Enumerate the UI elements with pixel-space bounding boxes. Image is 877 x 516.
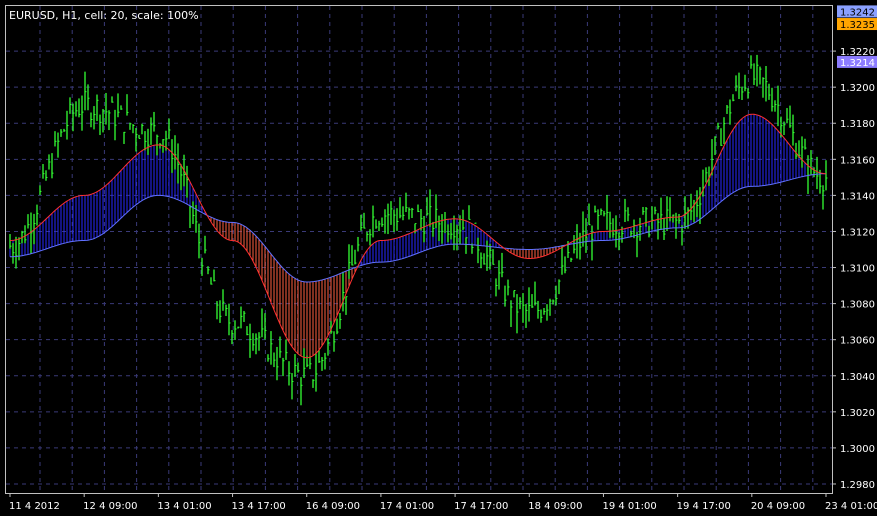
y-tick-label: 1.3180 <box>840 119 875 130</box>
y-tick-label: 1.3120 <box>840 227 875 238</box>
x-tick-label: 20 4 09:00 <box>751 501 805 512</box>
x-tick-label: 17 4 17:00 <box>454 501 508 512</box>
y-tick-label: 1.3020 <box>840 408 875 419</box>
x-tick-label: 18 4 09:00 <box>528 501 582 512</box>
price-tag-label: 1.3242 <box>840 7 875 18</box>
y-tick-label: 1.3100 <box>840 264 875 275</box>
x-tick-label: 23 4 01:00 <box>825 501 877 512</box>
y-tick-label: 1.3000 <box>840 444 875 455</box>
x-tick-label: 11 4 2012 <box>9 501 60 512</box>
x-tick-label: 16 4 09:00 <box>306 501 360 512</box>
x-tick-label: 12 4 09:00 <box>83 501 137 512</box>
y-tick-label: 1.3200 <box>840 83 875 94</box>
x-tick-label: 19 4 01:00 <box>602 501 656 512</box>
x-tick-label: 13 4 17:00 <box>232 501 286 512</box>
y-tick-label: 1.2980 <box>840 480 875 491</box>
chart-title: EURUSD, H1, cell: 20, scale: 100% <box>9 9 199 22</box>
y-tick-label: 1.3160 <box>840 155 875 166</box>
chart-window: 1.3220 1.3200 1.3180 1.3160 1.3140 1.3120 1.31… <box>0 0 877 516</box>
y-tick-label: 1.3080 <box>840 300 875 311</box>
price-chart: 1.32201.32001.31801.31601.31401.31201.31… <box>0 0 877 516</box>
price-tag-label: 1.3235 <box>840 20 875 31</box>
y-tick-label: 1.3040 <box>840 372 875 383</box>
x-tick-label: 17 4 01:00 <box>380 501 434 512</box>
x-tick-label: 13 4 01:00 <box>157 501 211 512</box>
y-tick-label: 1.3060 <box>840 336 875 347</box>
y-tick-label: 1.3140 <box>840 191 875 202</box>
price-tag-label: 1.3214 <box>840 58 875 69</box>
x-tick-label: 19 4 17:00 <box>677 501 731 512</box>
